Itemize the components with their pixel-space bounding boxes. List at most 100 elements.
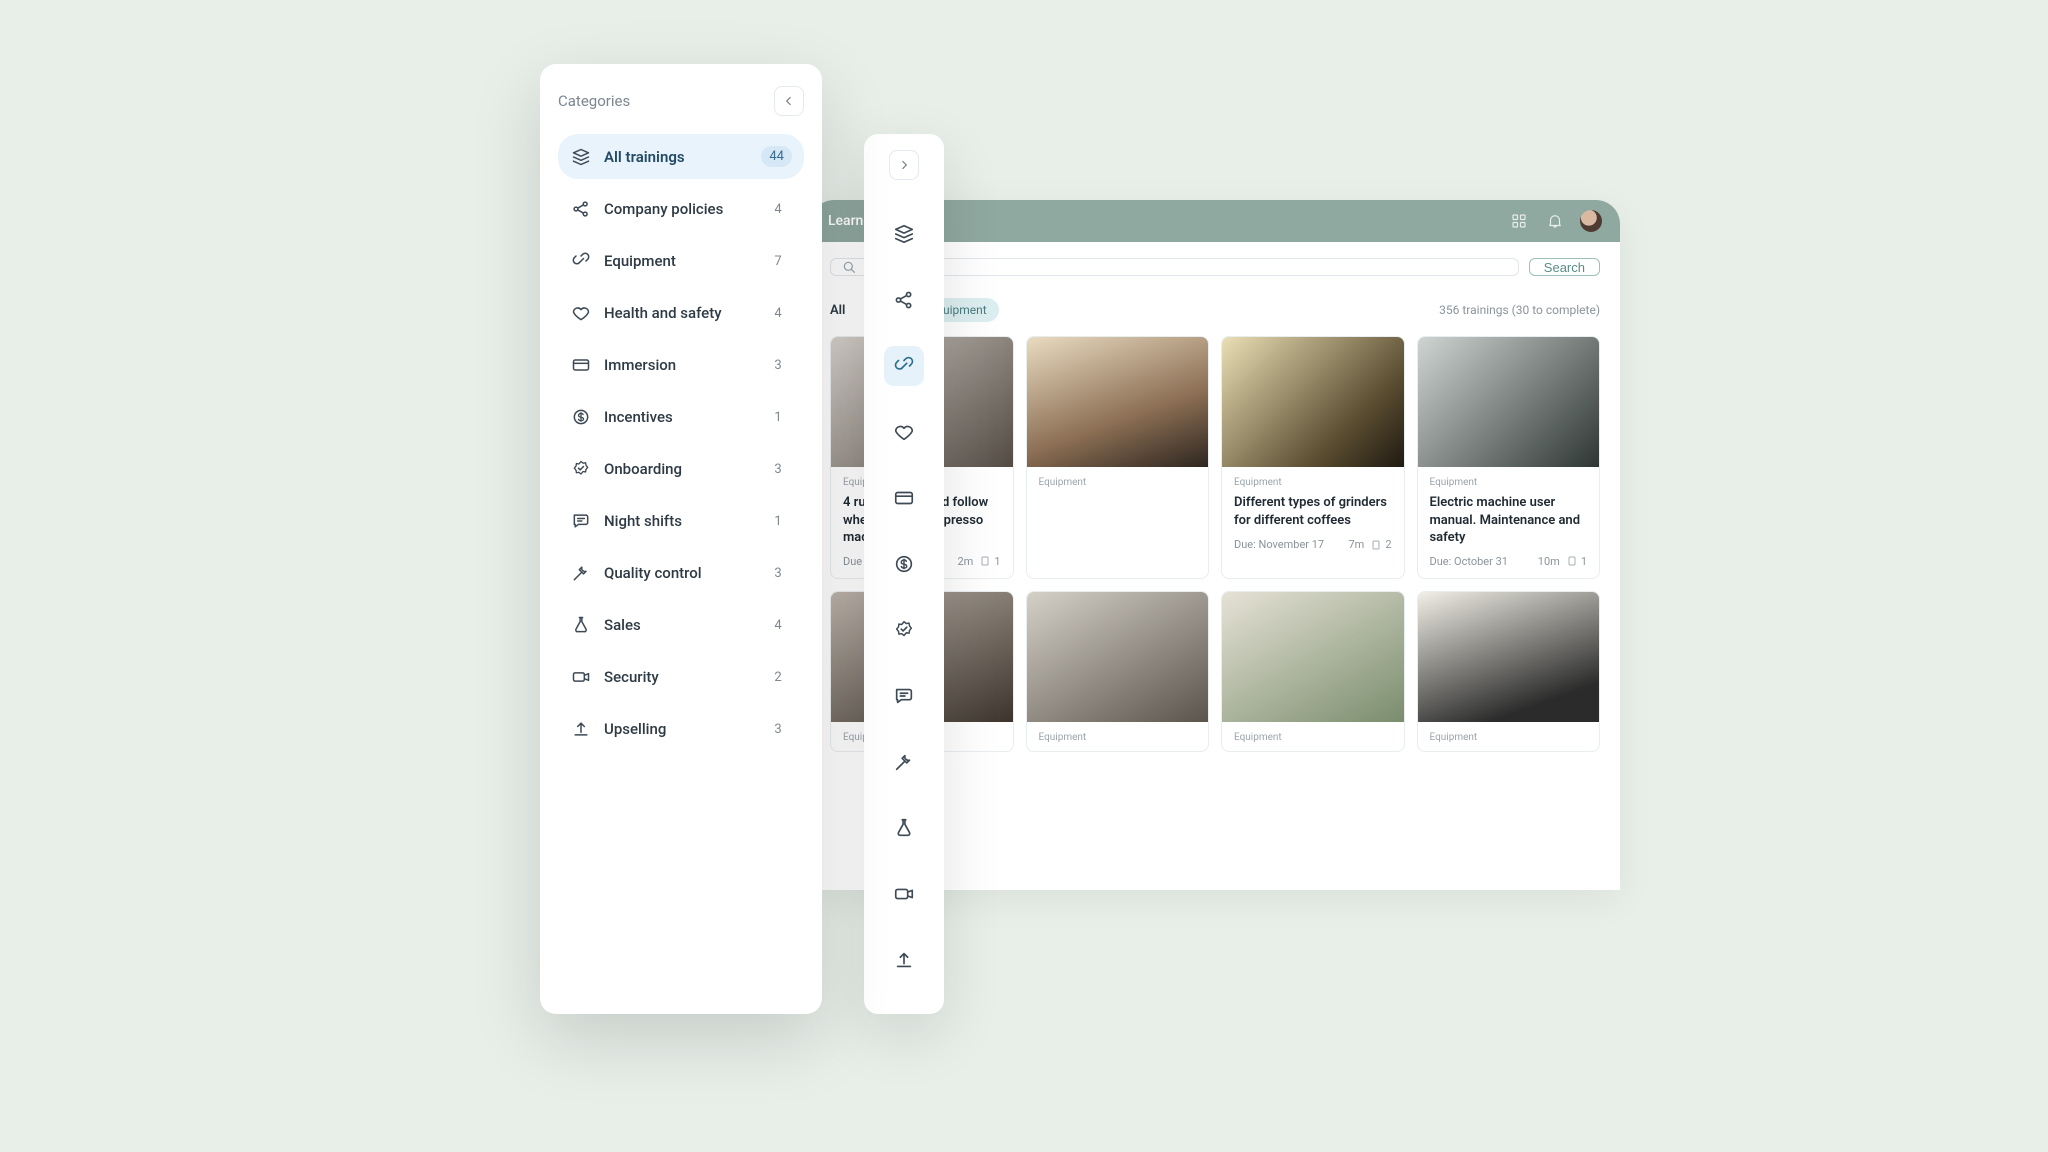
card-pages: 1: [979, 555, 1000, 568]
stack-icon: [570, 147, 592, 167]
flask-icon: [570, 615, 592, 635]
category-list: All trainings44Company policies4Equipmen…: [558, 134, 804, 751]
link-icon: [570, 251, 592, 271]
mini-upload-icon[interactable]: [884, 940, 924, 980]
sidebar-item-company-policies[interactable]: Company policies4: [558, 187, 804, 231]
sidebar-item-quality-control[interactable]: Quality control 3: [558, 551, 804, 595]
sidebar-item-night-shifts[interactable]: Night shifts 1: [558, 499, 804, 543]
card-due: Due: [843, 555, 862, 568]
bell-icon[interactable]: [1544, 210, 1566, 232]
sidebar-item-label: All trainings: [604, 148, 685, 166]
sidebar-item-equipment[interactable]: Equipment7: [558, 239, 804, 283]
camera-icon: [570, 667, 592, 687]
card-thumbnail: [1418, 337, 1600, 467]
share-icon: [570, 199, 592, 219]
training-card[interactable]: Equipment: [1417, 591, 1601, 752]
chat-icon: [570, 511, 592, 531]
sidebar-item-label: Company policies: [604, 200, 723, 218]
sidebar-item-upselling[interactable]: Upselling 3: [558, 707, 804, 751]
card-thumbnail: [1222, 337, 1404, 467]
mini-stack-icon[interactable]: [884, 214, 924, 254]
tools-icon: [570, 563, 592, 583]
card-title: Electric machine user manual. Maintenanc…: [1430, 494, 1588, 547]
sidebar-item-count: 1: [764, 514, 792, 529]
card-due: Due: October 31: [1430, 555, 1508, 568]
expand-button[interactable]: [889, 150, 919, 180]
sidebar-item-label: Immersion: [604, 356, 676, 374]
sidebar-item-count: 3: [764, 722, 792, 737]
card-icon: [570, 355, 592, 375]
mini-share-icon[interactable]: [884, 280, 924, 320]
mini-link-icon[interactable]: [884, 346, 924, 386]
card-category: Equipment: [1430, 477, 1588, 488]
sidebar-item-incentives[interactable]: Incentives 1: [558, 395, 804, 439]
sidebar-item-count: 44: [761, 146, 792, 167]
page-title: Learn: [828, 213, 863, 229]
sidebar-item-sales[interactable]: Sales4: [558, 603, 804, 647]
avatar[interactable]: [1580, 210, 1602, 232]
search-button[interactable]: Search: [1529, 258, 1600, 276]
card-pages: 2: [1370, 538, 1391, 551]
chevron-left-icon: [782, 94, 796, 108]
sidebar-item-label: Sales: [604, 616, 641, 634]
card-thumbnail: [1418, 592, 1600, 722]
search-icon: [841, 259, 857, 275]
mini-card-icon[interactable]: [884, 478, 924, 518]
card-thumbnail: [1027, 592, 1209, 722]
sidebar-item-immersion[interactable]: Immersion 3: [558, 343, 804, 387]
sidebar-expanded: Categories All trainings 44 Company polici…: [540, 64, 822, 1014]
page-icon: [979, 555, 991, 567]
filter-all[interactable]: All: [830, 303, 845, 318]
card-category: Equipment: [1039, 732, 1197, 743]
cards-grid: Equipment4 rules you should follow when …: [830, 336, 1600, 579]
training-card[interactable]: Equipment Different types of grinders for…: [1221, 336, 1405, 579]
sidebar-item-security[interactable]: Security 2: [558, 655, 804, 699]
page-icon: [1566, 555, 1578, 567]
training-card[interactable]: Equipment: [1221, 591, 1405, 752]
training-count: 356 trainings (30 to complete): [1439, 303, 1600, 317]
sidebar-item-label: Quality control: [604, 564, 702, 582]
sidebar-item-count: 3: [764, 566, 792, 581]
card-category: Equipment: [1430, 732, 1588, 743]
card-category: Equipment: [1234, 732, 1392, 743]
collapse-button[interactable]: [774, 86, 804, 116]
grid-icon[interactable]: [1508, 210, 1530, 232]
sidebar-item-count: 3: [764, 462, 792, 477]
upload-icon: [570, 719, 592, 739]
sidebar-item-health-and-safety[interactable]: Health and safety4: [558, 291, 804, 335]
sidebar-item-label: Incentives: [604, 408, 673, 426]
card-pages: 1: [1566, 555, 1587, 568]
mini-badge-icon[interactable]: [884, 610, 924, 650]
sidebar-item-label: Security: [604, 668, 659, 686]
mini-chat-icon[interactable]: [884, 676, 924, 716]
page-icon: [1370, 539, 1382, 551]
training-card[interactable]: Equipment: [1026, 591, 1210, 752]
card-duration: 2m: [957, 555, 973, 568]
mini-tools-icon[interactable]: [884, 742, 924, 782]
sidebar-item-count: 3: [764, 358, 792, 373]
card-title: Different types of grinders for differen…: [1234, 494, 1392, 530]
sidebar-title: Categories: [558, 92, 630, 110]
sidebar-collapsed: [864, 134, 944, 1014]
training-card[interactable]: Equipment: [1026, 336, 1210, 579]
mini-dollar-icon[interactable]: [884, 544, 924, 584]
sidebar-item-onboarding[interactable]: Onboarding 3: [558, 447, 804, 491]
card-thumbnail: [1027, 337, 1209, 467]
sidebar-item-all-trainings[interactable]: All trainings 44: [558, 134, 804, 179]
card-category: Equipment: [1234, 477, 1392, 488]
heart-icon: [570, 303, 592, 323]
mini-camera-icon[interactable]: [884, 874, 924, 914]
sidebar-item-count: 4: [764, 306, 792, 321]
sidebar-item-count: 1: [764, 410, 792, 425]
chevron-right-icon: [897, 158, 911, 172]
mini-heart-icon[interactable]: [884, 412, 924, 452]
badge-icon: [570, 459, 592, 479]
sidebar-item-label: Upselling: [604, 720, 666, 738]
sidebar-item-label: Onboarding: [604, 460, 682, 478]
sidebar-item-label: Night shifts: [604, 512, 682, 530]
cards-grid-row2: EquipmentEquipmentEquipmentEquipment: [830, 591, 1600, 752]
training-card[interactable]: Equipment Electric machine user manual. M…: [1417, 336, 1601, 579]
card-due: Due: November 17: [1234, 538, 1324, 551]
sidebar-item-count: 2: [764, 670, 792, 685]
mini-flask-icon[interactable]: [884, 808, 924, 848]
